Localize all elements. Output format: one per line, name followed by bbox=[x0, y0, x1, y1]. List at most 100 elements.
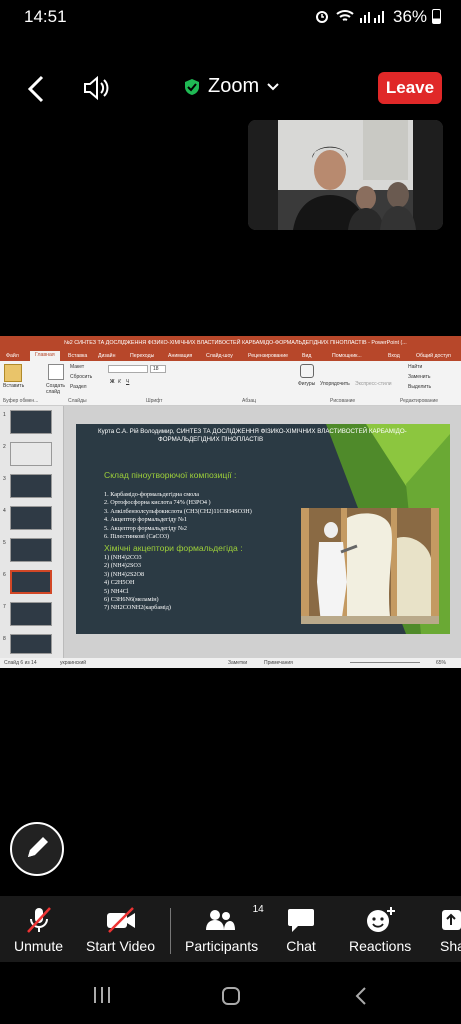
layout-button[interactable]: Макет bbox=[70, 364, 84, 370]
participants-icon bbox=[205, 910, 235, 930]
section-button[interactable]: Раздел bbox=[70, 384, 87, 390]
participant-video-tile[interactable] bbox=[248, 120, 443, 230]
thumb-number: 1 bbox=[3, 412, 6, 418]
group-paragraph: Абзац bbox=[242, 398, 257, 404]
participants-label: Participants bbox=[185, 938, 259, 954]
thumb-number: 4 bbox=[3, 508, 6, 514]
bold-button[interactable]: Ж bbox=[110, 379, 115, 385]
slide-thumbnail[interactable] bbox=[10, 410, 52, 434]
chat-button[interactable]: Chat bbox=[286, 906, 316, 954]
list-item: 4. Акцептор формальдегіду №1 bbox=[104, 516, 188, 524]
tab-animation[interactable]: Анимация bbox=[168, 353, 192, 359]
mic-muted-icon bbox=[26, 907, 51, 933]
paste-label[interactable]: Вставить bbox=[3, 383, 24, 389]
share-label: Sha bbox=[440, 938, 461, 954]
font-size-field[interactable]: 18 bbox=[150, 365, 166, 373]
reset-button[interactable]: Сбросить bbox=[70, 374, 92, 380]
home-icon[interactable] bbox=[221, 986, 241, 1006]
list-item: 1) (NH4)2CO3 bbox=[104, 554, 142, 561]
thumb-number: 2 bbox=[3, 444, 6, 450]
reactions-button[interactable]: Reactions bbox=[349, 906, 411, 954]
language-indicator[interactable]: украинский bbox=[60, 660, 86, 666]
leave-button[interactable]: Leave bbox=[378, 72, 442, 104]
comments-button[interactable]: Примечания bbox=[264, 660, 293, 666]
slide-thumbnail[interactable] bbox=[10, 602, 52, 626]
zoom-meeting-screen: 14:51 36% Zoom Leave №2 СИНТЕЗ ТА ДОСЛІД… bbox=[0, 0, 461, 1024]
tab-transitions[interactable]: Переходы bbox=[130, 353, 154, 359]
group-slides: Слайды bbox=[68, 398, 87, 404]
ppt-ribbon: Вставить Создать слайд Макет Сбросить Ра… bbox=[0, 361, 461, 406]
back-nav-icon[interactable] bbox=[354, 986, 368, 1006]
alarm-icon bbox=[316, 11, 328, 23]
thumb-number: 3 bbox=[3, 476, 6, 482]
share-icon bbox=[442, 910, 461, 930]
slide-thumbnail[interactable] bbox=[10, 442, 52, 466]
participants-count: 14 bbox=[252, 904, 264, 915]
tab-file[interactable]: Файл bbox=[6, 353, 19, 359]
find-button[interactable]: Найти bbox=[408, 364, 422, 370]
group-font: Шрифт bbox=[146, 398, 163, 404]
tab-design[interactable]: Дизайн bbox=[98, 353, 115, 359]
slide-counter: Слайд 6 из 14 bbox=[4, 660, 37, 666]
current-slide[interactable]: Курта С.А. Рій Володимир, СИНТЕЗ ТА ДОСЛ… bbox=[76, 424, 450, 634]
back-arrow-icon[interactable] bbox=[24, 74, 48, 104]
replace-button[interactable]: Заменить bbox=[408, 374, 430, 380]
speaker-icon[interactable] bbox=[82, 75, 110, 101]
tab-insert[interactable]: Вставка bbox=[68, 353, 87, 359]
group-clipboard: Буфер обмен... bbox=[3, 398, 39, 404]
paste-icon[interactable] bbox=[4, 364, 22, 382]
tab-slideshow[interactable]: Слайд-шоу bbox=[206, 353, 233, 359]
tab-review[interactable]: Рецензирование bbox=[248, 353, 288, 359]
list-item: 5. Акцептор формальдегіду №2 bbox=[104, 524, 188, 532]
slide-heading-composition: Склад піноутворючої композиції : bbox=[104, 470, 237, 480]
acceptors-list: 1) (NH4)2CO3 2) (NH4)2SO3 3) (NH4)2S2O8 … bbox=[104, 554, 171, 613]
group-drawing: Рисование bbox=[330, 398, 356, 404]
shapes-icon[interactable] bbox=[300, 364, 314, 378]
pencil-icon bbox=[28, 837, 48, 857]
annotate-button[interactable] bbox=[10, 822, 64, 876]
battery-level: 36% bbox=[393, 7, 441, 27]
slide-thumbnail[interactable] bbox=[10, 634, 52, 654]
slide-thumbnail-selected[interactable] bbox=[10, 570, 52, 594]
slide-thumbnail[interactable] bbox=[10, 506, 52, 530]
status-time: 14:51 bbox=[24, 7, 67, 26]
participants-button[interactable]: 14 Participants bbox=[185, 904, 264, 954]
tab-assistant[interactable]: Помощник... bbox=[332, 353, 362, 359]
express-styles-label[interactable]: Экспресс-стили bbox=[355, 381, 392, 387]
slide-thumbnail[interactable] bbox=[10, 538, 52, 562]
slide-thumbnail[interactable] bbox=[10, 474, 52, 498]
tab-view[interactable]: Вид bbox=[302, 353, 311, 359]
battery-percent: 36% bbox=[393, 7, 428, 26]
notes-button[interactable]: Заметки bbox=[228, 660, 247, 666]
thumb-number: 7 bbox=[3, 604, 6, 610]
list-item: 3. Алкілбензолсульфокислота (CH3(CH2)11C… bbox=[104, 507, 252, 515]
list-item: 6. Пілестинкові (CaCO3) bbox=[104, 533, 170, 541]
ppt-window-title: №2 СИНТЕЗ ТА ДОСЛІДЖЕННЯ ФІЗИКО-ХІМІЧНИХ… bbox=[0, 336, 461, 350]
arrange-label[interactable]: Упорядочить bbox=[320, 381, 350, 387]
underline-button[interactable]: Ч bbox=[126, 379, 129, 385]
chat-label: Chat bbox=[286, 938, 316, 954]
start-video-button[interactable]: Start Video bbox=[86, 906, 155, 954]
new-slide-label[interactable]: Создать слайд bbox=[46, 383, 68, 395]
share-button[interactable]: Sha bbox=[440, 906, 461, 954]
meeting-title[interactable]: Zoom bbox=[184, 75, 279, 98]
italic-button[interactable]: К bbox=[118, 379, 121, 385]
select-button[interactable]: Выделить bbox=[408, 384, 431, 390]
list-item: 2) (NH4)2SO3 bbox=[104, 562, 141, 570]
shield-check-icon bbox=[185, 78, 199, 95]
zoom-slider[interactable] bbox=[350, 662, 420, 663]
ppt-status-bar: Слайд 6 из 14 украинский Заметки Примеча… bbox=[0, 658, 461, 668]
video-off-icon bbox=[106, 907, 135, 933]
tab-share[interactable]: Общий доступ bbox=[416, 353, 451, 359]
participants-icon-wrap: 14 bbox=[204, 904, 264, 934]
tab-home[interactable]: Главная bbox=[30, 351, 60, 361]
font-name-field[interactable] bbox=[108, 365, 148, 373]
recent-apps-icon[interactable] bbox=[92, 986, 112, 1004]
unmute-button[interactable]: Unmute bbox=[14, 906, 63, 954]
tab-signin[interactable]: Вход bbox=[388, 353, 400, 359]
composition-list: 1. Карбамідо-формальдегідна смола 2. Орт… bbox=[104, 491, 252, 541]
list-item: 7) NH2CONH2(карбамід) bbox=[104, 604, 171, 612]
thumb-number: 5 bbox=[3, 540, 6, 546]
shapes-label[interactable]: Фигуры bbox=[298, 381, 315, 387]
new-slide-icon[interactable] bbox=[48, 364, 64, 380]
